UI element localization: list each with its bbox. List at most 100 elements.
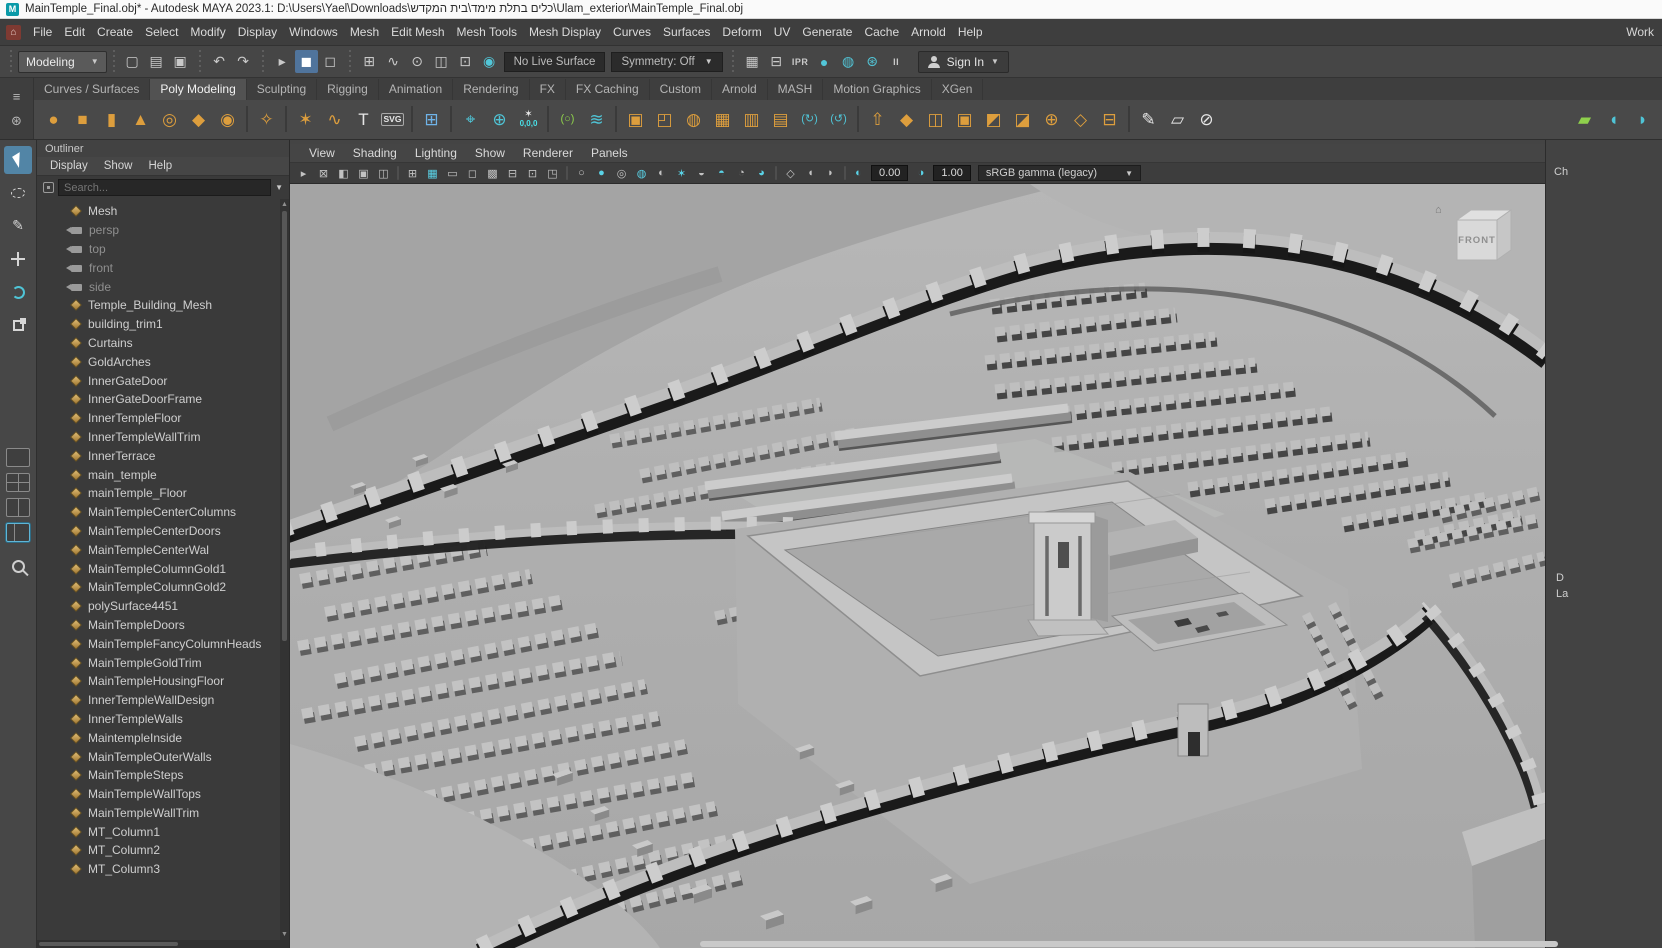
scale-tool[interactable] [4,311,32,339]
outliner-item[interactable]: InnerTempleWallDesign [37,691,279,710]
align-objects-icon[interactable]: ⌖ [456,103,485,135]
viewport-menu-item[interactable]: View [300,146,344,160]
multisample-icon[interactable]: ◕ [752,164,771,182]
snap-view-icon[interactable]: ⊡ [454,50,477,73]
wireframe-on-shaded-icon[interactable]: ◎ [612,164,631,182]
new-scene-icon[interactable]: ▢ [121,50,144,73]
viewport-menu-item[interactable]: Lighting [406,146,466,160]
menu-item[interactable]: Mesh Tools [451,25,523,39]
quad-draw-icon[interactable]: ▱ [1163,103,1192,135]
sign-in-button[interactable]: Sign In ▼ [918,51,1009,73]
ipr-render-current-icon[interactable]: ◍ [837,50,860,73]
menu-item[interactable]: File [27,25,58,39]
poke-icon[interactable]: ⊕ [1037,103,1066,135]
sculpt-shelf-icon[interactable]: ◖ [1599,103,1628,135]
chevron-down-icon[interactable]: ▼ [275,183,283,192]
poly-torus-icon[interactable]: ◎ [155,103,184,135]
open-render-view-icon[interactable]: ⊟ [765,50,788,73]
snap-align-icon[interactable]: ⊕ [485,103,514,135]
viewport-select-icon[interactable]: ▸ [294,164,313,182]
outliner-item[interactable]: InnerGateDoor [37,371,279,390]
outliner-scrollbar[interactable]: ▲ ▼ [280,199,289,940]
smooth-mesh-icon[interactable]: ▦ [708,103,737,135]
wireframe-mode-icon[interactable]: ○ [572,164,591,182]
shelf-tab[interactable]: XGen [932,79,984,100]
menu-item[interactable]: Mesh [344,25,385,39]
boolean-icon[interactable]: ◍ [679,103,708,135]
outliner-hscrollbar[interactable] [37,940,289,948]
shelf-options-gear-icon[interactable]: ⊛ [11,113,22,129]
append-polygon-icon[interactable]: ◩ [979,103,1008,135]
undo-icon[interactable]: ↶ [208,50,231,73]
outliner-item[interactable]: InnerGateDoorFrame [37,390,279,409]
outliner-item[interactable]: front [37,258,279,277]
safe-action-icon[interactable]: ⊡ [523,164,542,182]
spreadsheet-icon[interactable]: ⊞ [417,103,446,135]
outliner-item[interactable]: polySurface4451 [37,597,279,616]
outliner-item[interactable]: MainTempleHousingFloor [37,672,279,691]
outliner-item[interactable]: InnerTerrace [37,446,279,465]
outliner-item[interactable]: InnerTempleFloor [37,409,279,428]
outliner-item[interactable]: MainTempleFancyColumnHeads [37,634,279,653]
home-icon[interactable]: ⌂ [1435,204,1442,216]
extrude-icon[interactable]: ⇧ [863,103,892,135]
paint-effects-icon[interactable]: ▰ [1570,103,1599,135]
gamma-icon[interactable]: ◑ [911,164,930,182]
outliner-item[interactable]: persp [37,221,279,240]
outliner-item[interactable]: mainTemple_Floor [37,484,279,503]
menuset-dropdown[interactable]: Modeling ▼ [18,51,107,73]
occlusion-icon[interactable]: ◓ [712,164,731,182]
gate-mask-icon[interactable]: ▩ [483,164,502,182]
filter-icon[interactable] [43,182,54,193]
menu-item[interactable]: Create [91,25,139,39]
scrollbar-thumb[interactable] [282,211,287,641]
viewport-menu-item[interactable]: Renderer [514,146,582,160]
shelf-tab[interactable]: Arnold [712,79,768,100]
curve-warp-icon[interactable]: ∿ [320,103,349,135]
shelf-tabs-menu-icon[interactable]: ≡ [13,89,21,104]
outliner-item[interactable]: MT_Column1 [37,822,279,841]
outliner-item[interactable]: MainTempleColumnGold2 [37,578,279,597]
bridge-icon[interactable]: ◫ [921,103,950,135]
shelf-tab[interactable]: Animation [379,79,453,100]
viewport-menu-item[interactable]: Shading [344,146,406,160]
outliner-item[interactable]: MainTempleColumnGold1 [37,559,279,578]
pause-icon[interactable]: II [885,50,908,73]
outliner-item[interactable]: side [37,277,279,296]
select-component-icon[interactable]: ◻ [319,50,342,73]
select-hierarchy-icon[interactable]: ▸ [271,50,294,73]
menu-item[interactable]: Surfaces [657,25,716,39]
menu-item[interactable]: Edit Mesh [385,25,450,39]
search-input[interactable] [58,179,271,196]
zoom-layout-icon[interactable] [12,560,25,573]
outliner-item[interactable]: MainTempleWallTrim [37,804,279,823]
motion-blur-icon[interactable]: ◔ [732,164,751,182]
textured-mode-icon[interactable]: ◍ [632,164,651,182]
exposure-icon[interactable]: ◐ [849,164,868,182]
menu-item[interactable]: Mesh Display [523,25,607,39]
move-tool[interactable] [4,245,32,273]
poly-cube-icon[interactable]: ■ [68,103,97,135]
camera-attributes-icon[interactable]: ◧ [334,164,353,182]
bottom-scrollbar[interactable] [700,941,1558,947]
save-scene-icon[interactable]: ▣ [169,50,192,73]
maya-home-icon[interactable]: ⌂ [6,25,21,40]
2d-pan-zoom-icon[interactable]: ⊞ [403,164,422,182]
outliner-item[interactable]: Mesh [37,202,279,221]
paint-select-tool[interactable] [4,212,32,240]
shadows-icon[interactable]: ◒ [692,164,711,182]
duplicate-grid-icon[interactable]: ▤ [766,103,795,135]
safe-title-icon[interactable]: ◳ [543,164,562,182]
poly-cylinder-icon[interactable]: ▮ [97,103,126,135]
joint-xray-icon[interactable]: ◗ [821,164,840,182]
shelf-tab[interactable]: Curves / Surfaces [34,79,150,100]
shelf-tab[interactable]: FX Caching [566,79,650,100]
no-live-surface-field[interactable]: No Live Surface [504,52,606,72]
menu-item[interactable]: Select [139,25,184,39]
array-icon[interactable]: ▥ [737,103,766,135]
outliner-item[interactable]: MainTempleCenterDoors [37,522,279,541]
poly-sphere-icon[interactable]: ● [39,103,68,135]
wedge-icon[interactable]: ◪ [1008,103,1037,135]
menu-item[interactable]: Deform [716,25,767,39]
lighting-icon[interactable]: ✶ [672,164,691,182]
